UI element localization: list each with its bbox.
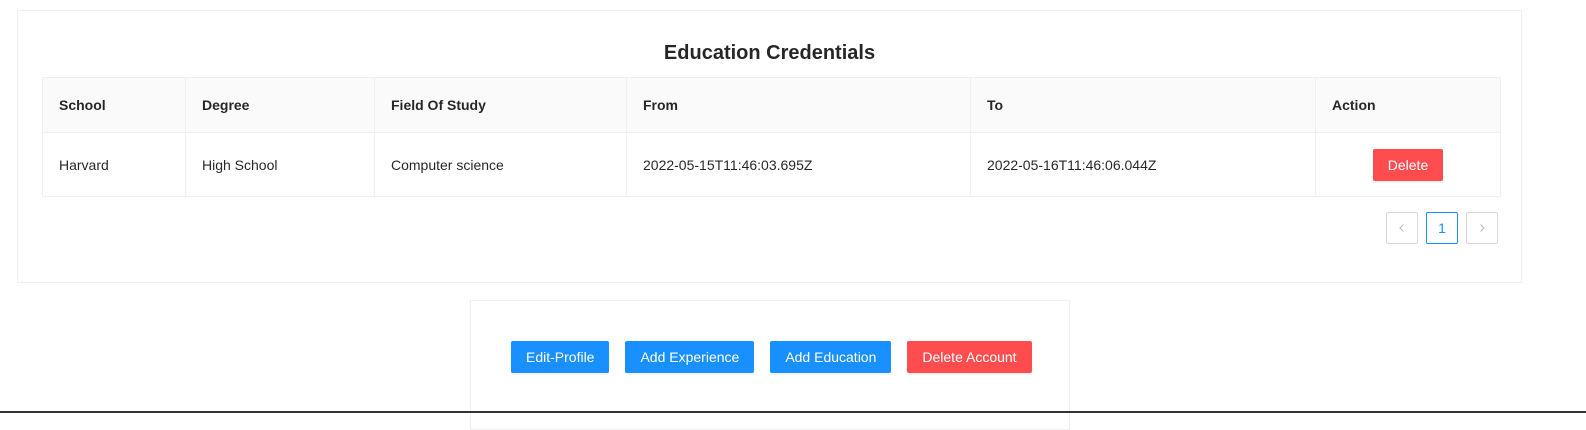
cell-action: Delete [1315, 132, 1501, 197]
delete-education-button[interactable]: Delete [1372, 148, 1444, 181]
cell-to: 2022-05-16T11:46:06.044Z [970, 132, 1316, 197]
column-header-degree: Degree [185, 77, 375, 133]
column-header-school: School [42, 77, 186, 133]
chevron-left-icon [1399, 224, 1404, 232]
bottom-divider [0, 411, 1586, 413]
cell-from: 2022-05-15T11:46:03.695Z [626, 132, 971, 197]
column-header-to: To [970, 77, 1316, 133]
column-header-from: From [626, 77, 971, 133]
column-header-action: Action [1315, 77, 1501, 133]
education-credentials-card: Education Credentials School Degree Fiel… [17, 10, 1522, 283]
pagination-next-button[interactable] [1466, 212, 1498, 244]
pagination: 1 [1386, 212, 1498, 244]
edit-profile-button[interactable]: Edit-Profile [511, 341, 610, 373]
pagination-prev-button[interactable] [1386, 212, 1418, 244]
table-row: Harvard High School Computer science 202… [42, 132, 1501, 197]
cell-field-of-study: Computer science [374, 132, 627, 197]
table-header-row: School Degree Field Of Study From To Act… [42, 77, 1501, 133]
add-education-button[interactable]: Add Education [770, 341, 892, 373]
add-experience-button[interactable]: Add Experience [625, 341, 755, 373]
cell-degree: High School [185, 132, 375, 197]
cell-school: Harvard [42, 132, 186, 197]
pagination-page-1[interactable]: 1 [1426, 212, 1458, 244]
delete-account-button[interactable]: Delete Account [907, 341, 1032, 373]
card-title: Education Credentials [663, 42, 876, 64]
profile-actions-row: Edit-Profile Add Experience Add Educatio… [511, 341, 1032, 373]
chevron-right-icon [1480, 224, 1485, 232]
column-header-field-of-study: Field Of Study [374, 77, 627, 133]
credentials-table: School Degree Field Of Study From To Act… [42, 77, 1501, 197]
